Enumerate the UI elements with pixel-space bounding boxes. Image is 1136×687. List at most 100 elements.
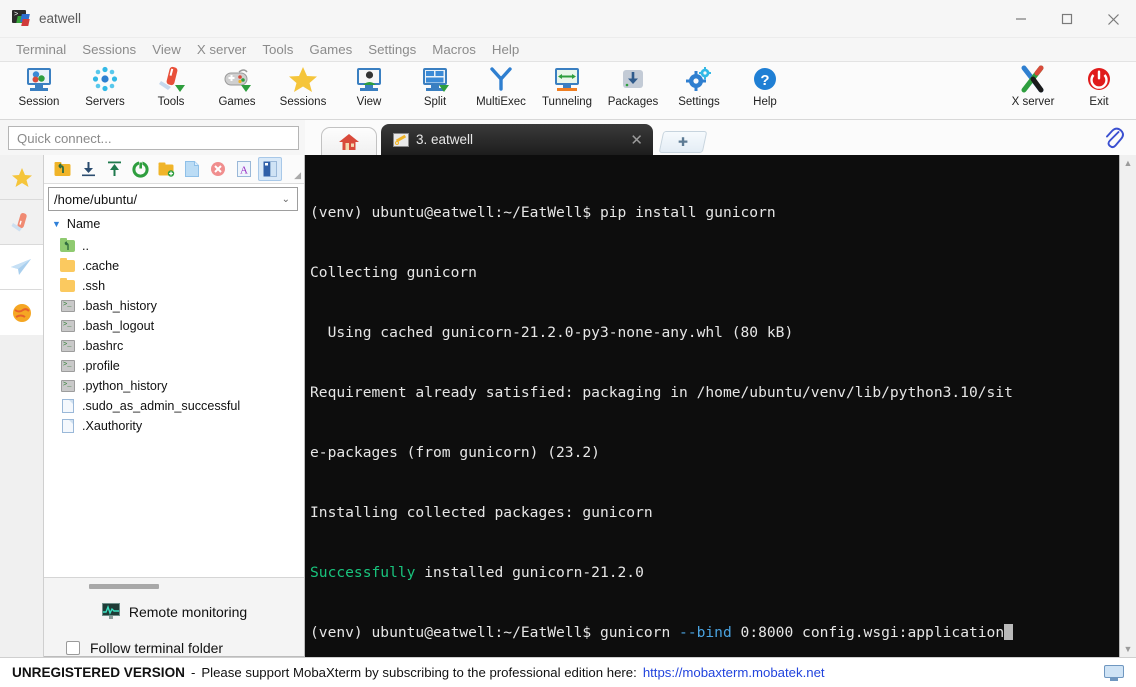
file-list[interactable]: .. .cache .ssh >_ .bash_history xyxy=(44,234,304,577)
view-monitor-icon xyxy=(353,65,385,95)
toolbar-settings-button[interactable]: Settings xyxy=(666,62,732,118)
toolbar-tools-label: Tools xyxy=(158,96,185,108)
toolbar-tools-button[interactable]: Tools xyxy=(138,62,204,118)
globe-icon xyxy=(12,303,32,323)
terminal-scrollbar[interactable]: ▲ ▼ xyxy=(1119,155,1136,657)
list-item[interactable]: >_ .bash_history xyxy=(44,296,304,316)
toolbar-sessions-button[interactable]: Sessions xyxy=(270,62,336,118)
terminal-line: Installing collected packages: gunicorn xyxy=(310,503,1119,523)
terminal-text: installed gunicorn-21.2.0 xyxy=(415,564,643,581)
toolbar-split-label: Split xyxy=(424,96,446,108)
file-list-header[interactable]: ▼ Name xyxy=(44,214,304,234)
tab-strip: 3. eatwell ✕ ✚ xyxy=(305,120,1136,155)
folder-icon xyxy=(60,279,76,293)
maximize-button[interactable] xyxy=(1044,0,1090,38)
panel-resize-handle[interactable] xyxy=(89,584,159,589)
refresh-icon[interactable] xyxy=(128,157,152,181)
menu-sessions[interactable]: Sessions xyxy=(74,40,144,59)
menu-macros[interactable]: Macros xyxy=(424,40,484,59)
scroll-up-icon[interactable]: ▲ xyxy=(1124,158,1133,168)
left-main: A ◢ /home/ubuntu/ ⌄ ▼ Name xyxy=(0,155,305,657)
star-icon xyxy=(287,65,319,95)
file-name: .bashrc xyxy=(82,339,123,353)
remote-monitoring-label: Remote monitoring xyxy=(129,604,247,620)
list-item[interactable]: .ssh xyxy=(44,276,304,296)
toolbar-tunneling-button[interactable]: Tunneling xyxy=(534,62,600,118)
menu-help[interactable]: Help xyxy=(484,40,527,59)
toolbar-session-button[interactable]: Session xyxy=(6,62,72,118)
tab-close-icon[interactable]: ✕ xyxy=(610,131,643,149)
paperclip-icon[interactable] xyxy=(1102,126,1126,150)
packages-download-icon xyxy=(617,65,649,95)
toolbar-multiexec-button[interactable]: MultiExec xyxy=(468,62,534,118)
scroll-down-icon[interactable]: ▼ xyxy=(1124,644,1133,654)
follow-terminal-folder-checkbox[interactable] xyxy=(66,641,80,655)
minimize-button[interactable] xyxy=(998,0,1044,38)
terminal-line: Using cached gunicorn-21.2.0-py3-none-an… xyxy=(310,323,1119,343)
menu-games[interactable]: Games xyxy=(301,40,360,59)
list-item[interactable]: >_ .bash_logout xyxy=(44,316,304,336)
sidebar-item-macros[interactable] xyxy=(0,290,43,335)
list-item[interactable]: >_ .bashrc xyxy=(44,336,304,356)
toolbar-view-button[interactable]: View xyxy=(336,62,402,118)
toolbar-games-button[interactable]: Games xyxy=(204,62,270,118)
toolbar-grip: ◢ xyxy=(294,170,301,181)
remote-monitoring-button[interactable]: Remote monitoring xyxy=(44,603,304,620)
chevron-down-icon[interactable]: ⌄ xyxy=(282,194,290,205)
folder-icon xyxy=(60,259,76,273)
list-item[interactable]: >_ .profile xyxy=(44,356,304,376)
window-controls xyxy=(998,0,1136,38)
toolbar-right-group: X server Exit xyxy=(1000,62,1132,118)
new-file-icon[interactable] xyxy=(180,157,204,181)
download-icon[interactable] xyxy=(76,157,100,181)
home-icon xyxy=(338,132,360,152)
parent-folder-icon xyxy=(60,239,76,253)
sidebar-item-sessions[interactable] xyxy=(0,155,43,200)
toolbar-help-button[interactable]: ? Help xyxy=(732,62,798,118)
list-item[interactable]: .Xauthority xyxy=(44,416,304,436)
menu-terminal[interactable]: Terminal xyxy=(8,40,74,59)
file-name: .bash_history xyxy=(82,299,157,313)
new-tab-button[interactable]: ✚ xyxy=(659,131,708,153)
binary-mode-icon[interactable] xyxy=(258,157,282,181)
new-folder-icon[interactable] xyxy=(154,157,178,181)
file-name: .profile xyxy=(82,359,120,373)
tab-home[interactable] xyxy=(321,127,377,155)
toolbar-x-server-button[interactable]: X server xyxy=(1000,62,1066,118)
toolbar-exit-button[interactable]: Exit xyxy=(1066,62,1132,118)
terminal-line: Requirement already satisfied: packaging… xyxy=(310,383,1119,403)
upload-icon[interactable] xyxy=(102,157,126,181)
sidebar-item-tools[interactable] xyxy=(0,200,43,245)
menu-x-server[interactable]: X server xyxy=(189,40,255,59)
mobaxterm-link[interactable]: https://mobaxterm.mobatek.net xyxy=(643,665,825,680)
status-bar: UNREGISTERED VERSION - Please support Mo… xyxy=(0,657,1136,687)
quick-connect-input[interactable]: Quick connect... xyxy=(8,126,299,150)
list-item[interactable]: .. xyxy=(44,236,304,256)
follow-terminal-folder-row[interactable]: Follow terminal folder xyxy=(44,640,304,656)
servers-network-icon xyxy=(89,65,121,95)
toolbar-packages-button[interactable]: Packages xyxy=(600,62,666,118)
vertical-tab-strip xyxy=(0,155,44,657)
remote-path-input[interactable]: /home/ubuntu/ ⌄ xyxy=(48,187,298,211)
tab-session-eatwell[interactable]: 3. eatwell ✕ xyxy=(381,124,653,155)
menu-settings[interactable]: Settings xyxy=(360,40,424,59)
menu-view[interactable]: View xyxy=(144,40,189,59)
delete-icon[interactable] xyxy=(206,157,230,181)
list-item[interactable]: .cache xyxy=(44,256,304,276)
display-icon[interactable] xyxy=(1104,665,1124,681)
star-icon xyxy=(10,166,34,188)
toolbar-split-button[interactable]: Split xyxy=(402,62,468,118)
menu-tools[interactable]: Tools xyxy=(254,40,301,59)
terminal-output[interactable]: (venv) ubuntu@eatwell:~/EatWell$ pip ins… xyxy=(305,155,1119,657)
list-item[interactable]: >_ .python_history xyxy=(44,376,304,396)
main-toolbar: Session Servers xyxy=(0,62,1136,120)
list-item[interactable]: .sudo_as_admin_successful xyxy=(44,396,304,416)
toolbar-servers-button[interactable]: Servers xyxy=(72,62,138,118)
terminal-success-text: Successfully xyxy=(310,564,415,581)
go-up-folder-icon[interactable] xyxy=(50,157,74,181)
close-button[interactable] xyxy=(1090,0,1136,38)
main-body: Quick connect... xyxy=(0,120,1136,657)
terminal-line: Successfully installed gunicorn-21.2.0 xyxy=(310,563,1119,583)
text-mode-icon[interactable]: A xyxy=(232,157,256,181)
sidebar-item-sftp[interactable] xyxy=(0,245,43,290)
